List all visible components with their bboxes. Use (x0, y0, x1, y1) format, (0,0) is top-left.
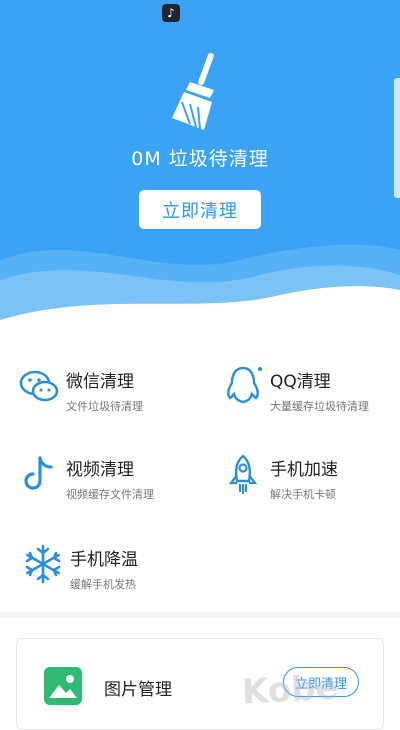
feature-subtitle: 文件垃圾待清理 (66, 400, 143, 413)
watermark: Kobe (241, 667, 340, 713)
wechat-icon (19, 370, 59, 402)
feature-phone-boost[interactable]: 手机加速 解决手机卡顿 (222, 453, 392, 533)
feature-subtitle: 大量缓存垃圾待清理 (270, 400, 369, 413)
feature-phone-cooldown[interactable]: 手机降温 缓解手机发热 (22, 543, 222, 623)
feature-subtitle: 缓解手机发热 (70, 578, 136, 591)
feature-subtitle: 视频缓存文件清理 (66, 488, 154, 501)
broom-icon (172, 52, 214, 130)
feature-wechat-clean[interactable]: 微信清理 文件垃圾待清理 (18, 365, 198, 445)
picture-manage-title: 图片管理 (104, 680, 172, 700)
image-icon (44, 667, 82, 705)
feature-title: 微信清理 (66, 372, 134, 392)
junk-size-text: 0M 垃圾待清理 (131, 148, 269, 170)
rocket-icon (228, 454, 258, 495)
tiktok-icon: ♪ (162, 4, 180, 22)
edge-handle[interactable] (394, 78, 400, 198)
feature-video-clean[interactable]: 视频清理 视频缓存文件清理 (18, 453, 198, 533)
feature-subtitle: 解决手机卡顿 (270, 488, 336, 501)
wave-decoration (0, 244, 400, 340)
tiktok-icon (24, 456, 53, 490)
qq-penguin-icon (227, 366, 262, 404)
feature-title: 手机降温 (70, 550, 138, 570)
feature-title: 视频清理 (66, 460, 134, 480)
feature-title: QQ清理 (270, 372, 331, 392)
section-divider (0, 612, 400, 618)
feature-title: 手机加速 (270, 460, 338, 480)
snowflake-icon (25, 544, 61, 584)
feature-qq-clean[interactable]: QQ清理 大量缓存垃圾待清理 (222, 365, 392, 445)
hero-banner: ♪ 0M 垃圾待清理 立即清理 (0, 0, 400, 340)
